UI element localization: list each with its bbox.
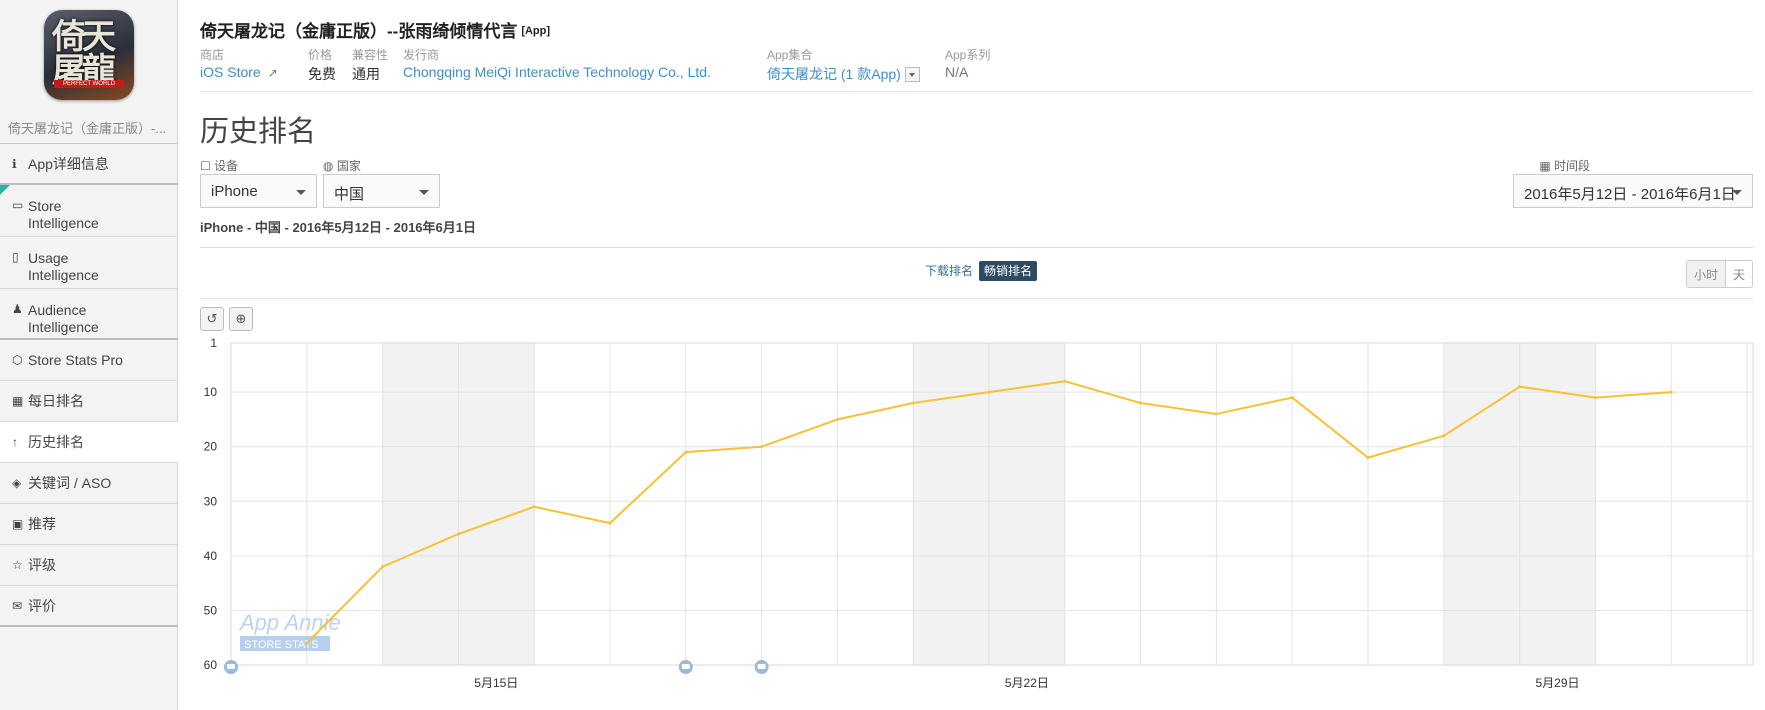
data-point	[1518, 385, 1522, 389]
annotation-glyph	[681, 664, 690, 669]
data-point	[1593, 396, 1597, 400]
y-tick-label: 40	[204, 549, 218, 563]
y-tick-label: 60	[204, 658, 218, 672]
rank-chart: 1 10 20 30 40 50 60 5月15日 5月22日 5月29日 App Annie …	[204, 336, 1754, 690]
y-tick-label: 30	[204, 494, 218, 508]
data-point	[305, 641, 309, 645]
x-tick-label: 5月15日	[474, 676, 518, 690]
data-point	[684, 450, 688, 454]
data-point	[987, 390, 991, 394]
data-point	[1214, 412, 1218, 416]
annotation-comment-icon[interactable]	[678, 660, 693, 674]
data-point	[835, 417, 839, 421]
y-axis-ticks: 1 10 20 30 40 50 60	[204, 336, 218, 672]
data-point	[1442, 434, 1446, 438]
data-point	[1669, 390, 1673, 394]
annotation-glyph	[757, 664, 766, 669]
data-point	[532, 505, 536, 509]
annotation-comment-icon[interactable]	[754, 660, 769, 674]
data-point	[608, 521, 612, 525]
x-tick-label: 5月29日	[1535, 676, 1579, 690]
watermark: App Annie STORE STATS	[238, 610, 341, 651]
data-point	[760, 445, 764, 449]
data-point	[911, 401, 915, 405]
data-point	[1063, 379, 1067, 383]
data-point	[1366, 456, 1370, 460]
data-point	[456, 532, 460, 536]
data-point	[1290, 396, 1294, 400]
x-tick-label: 5月22日	[1005, 676, 1049, 690]
watermark-logo: App Annie	[238, 610, 341, 635]
x-axis-ticks: 5月15日 5月22日 5月29日	[474, 676, 1579, 690]
data-point	[381, 565, 385, 569]
data-point	[1139, 401, 1143, 405]
annotation-glyph	[227, 664, 235, 669]
y-tick-label: 20	[204, 440, 218, 454]
y-tick-label: 50	[204, 603, 218, 617]
y-tick-label: 1	[210, 336, 217, 350]
annotation-comment-icon[interactable]	[224, 660, 238, 674]
watermark-subtitle: STORE STATS	[244, 639, 319, 651]
y-tick-label: 10	[204, 385, 218, 399]
